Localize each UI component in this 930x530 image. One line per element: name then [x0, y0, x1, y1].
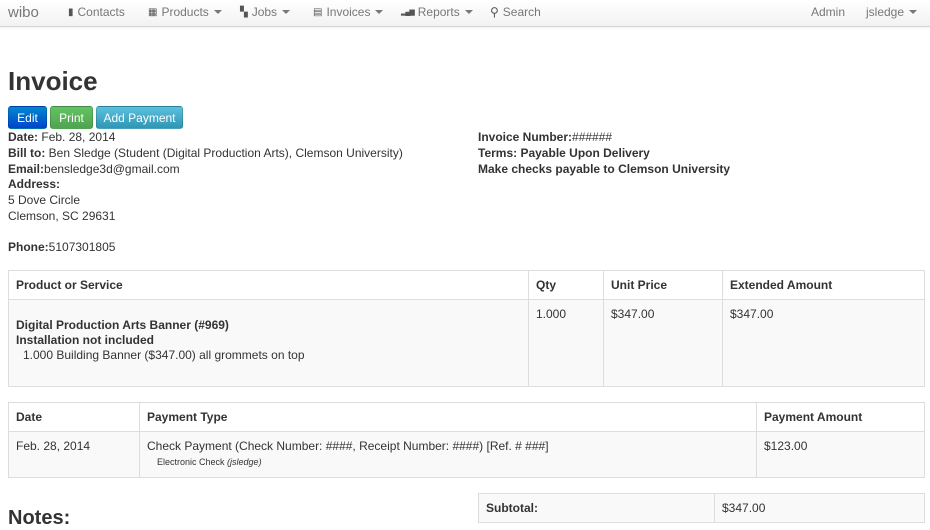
print-button[interactable]: Print: [50, 106, 93, 129]
date-label: Date:: [8, 130, 39, 144]
nav-reports[interactable]: ▂▄▆ Reports: [401, 5, 473, 19]
top-navbar: wibo ▮ Contacts ▦ Products ▚ Jobs ▤ Invo…: [0, 0, 930, 27]
payment-user: (jsledge): [227, 457, 262, 467]
nav-jobs-label: Jobs: [251, 5, 278, 19]
nav-user-menu[interactable]: jsledge: [866, 5, 918, 19]
chevron-down-icon: [464, 10, 473, 14]
payment-method-detail: Electronic Check (jsledge): [147, 457, 749, 467]
line-items-table: Product or Service Qty Unit Price Extend…: [8, 270, 925, 387]
phone-value: 5107301805: [48, 240, 116, 254]
phone-label: Phone:: [8, 240, 49, 254]
nav-reports-label: Reports: [417, 5, 460, 19]
email-value: bensledge3d@gmail.com: [44, 162, 180, 176]
subtotal-value: $347.00: [714, 493, 925, 523]
product-name: Digital Production Arts Banner (#969): [16, 318, 229, 332]
table-row: Digital Production Arts Banner (#969) In…: [8, 299, 925, 387]
table-header-row: Date Payment Type Payment Amount: [8, 402, 925, 432]
nav-user-label: jsledge: [866, 5, 905, 19]
product-line-detail: 1.000 Building Banner ($347.00) all grom…: [23, 348, 305, 362]
subtotal-row: Subtotal: $347.00: [478, 493, 925, 523]
terms-text: Terms: Payable Upon Delivery: [478, 146, 650, 160]
nav-contacts[interactable]: ▮ Contacts: [68, 5, 125, 19]
nav-admin[interactable]: Admin: [811, 5, 845, 19]
column-header-extended: Extended Amount: [722, 270, 925, 300]
payment-amount-cell: $123.00: [756, 431, 925, 478]
date-value: Feb. 28, 2014: [41, 130, 116, 144]
email: Email:bensledge3d@gmail.com: [8, 162, 180, 176]
column-header-payment-type: Payment Type: [139, 402, 757, 432]
bill-to-label: Bill to:: [8, 146, 46, 160]
address-line-2: Clemson, SC 29631: [8, 209, 116, 223]
chevron-down-icon: [909, 10, 918, 14]
payments-table: Date Payment Type Payment Amount Feb. 28…: [8, 402, 925, 478]
page-title: Invoice: [8, 66, 98, 96]
payment-date-cell: Feb. 28, 2014: [8, 431, 140, 478]
column-header-payment-amount: Payment Amount: [756, 402, 925, 432]
nav-invoices-label: Invoices: [326, 5, 371, 19]
payable-to-text: Make checks payable to Clemson Universit…: [478, 162, 731, 176]
unit-price-cell: $347.00: [603, 299, 723, 387]
table-row: Feb. 28, 2014 Check Payment (Check Numbe…: [8, 431, 925, 478]
nav-products[interactable]: ▦ Products: [148, 5, 222, 19]
chevron-down-icon: [375, 10, 384, 14]
qty-cell: 1.000: [528, 299, 604, 387]
payable-to: Make checks payable to Clemson Universit…: [478, 162, 730, 176]
column-header-date: Date: [8, 402, 140, 432]
invoice-date: Date: Feb. 28, 2014: [8, 130, 115, 144]
product-cell: Digital Production Arts Banner (#969) In…: [8, 299, 529, 387]
payment-method: Electronic Check: [157, 457, 225, 467]
address-line-1: 5 Dove Circle: [8, 193, 81, 207]
totals-table: Subtotal: $347.00: [478, 493, 925, 523]
email-label: Email:: [8, 162, 45, 176]
edit-button[interactable]: Edit: [8, 106, 47, 129]
nav-contacts-label: Contacts: [77, 5, 125, 19]
column-header-unit-price: Unit Price: [603, 270, 723, 300]
phone: Phone:5107301805: [8, 240, 115, 254]
address-label-text: Address:: [8, 177, 61, 191]
nav-search-label: Search: [502, 5, 541, 19]
table-header-row: Product or Service Qty Unit Price Extend…: [8, 270, 925, 300]
column-header-product: Product or Service: [8, 270, 529, 300]
chevron-down-icon: [213, 10, 222, 14]
column-header-qty: Qty: [528, 270, 604, 300]
grid-icon: ▦: [148, 6, 158, 18]
bill-to-value: Ben Sledge (Student (Digital Production …: [48, 146, 403, 160]
add-payment-button[interactable]: Add Payment: [96, 106, 183, 129]
payment-type-cell: Check Payment (Check Number: ####, Recei…: [139, 431, 757, 478]
payment-type-text: Check Payment (Check Number: ####, Recei…: [147, 439, 549, 453]
search-icon: ⚲: [490, 5, 499, 19]
subtotal-label: Subtotal:: [478, 493, 715, 523]
book-icon: ▮: [68, 6, 74, 18]
terms: Terms: Payable Upon Delivery: [478, 146, 650, 160]
extended-amount-cell: $347.00: [722, 299, 925, 387]
nav-jobs[interactable]: ▚ Jobs: [240, 5, 291, 19]
invoice-number-label: Invoice Number:: [478, 130, 573, 144]
invoice-number: Invoice Number:######: [478, 130, 612, 144]
nav-products-label: Products: [161, 5, 209, 19]
brand-logo[interactable]: wibo: [8, 4, 39, 21]
invoice-number-value: ######: [572, 130, 613, 144]
address-label: Address:: [8, 177, 60, 191]
notes-heading: Notes:: [8, 507, 71, 529]
signal-icon: ▂▄▆: [401, 9, 415, 16]
blocks-icon: ▚: [240, 6, 248, 18]
bill-to: Bill to: Ben Sledge (Student (Digital Pr…: [8, 146, 403, 160]
product-note: Installation not included: [16, 333, 154, 347]
chevron-down-icon: [282, 10, 291, 14]
list-icon: ▤: [313, 6, 323, 18]
nav-search[interactable]: ⚲ Search: [490, 5, 541, 19]
nav-invoices[interactable]: ▤ Invoices: [313, 5, 384, 19]
